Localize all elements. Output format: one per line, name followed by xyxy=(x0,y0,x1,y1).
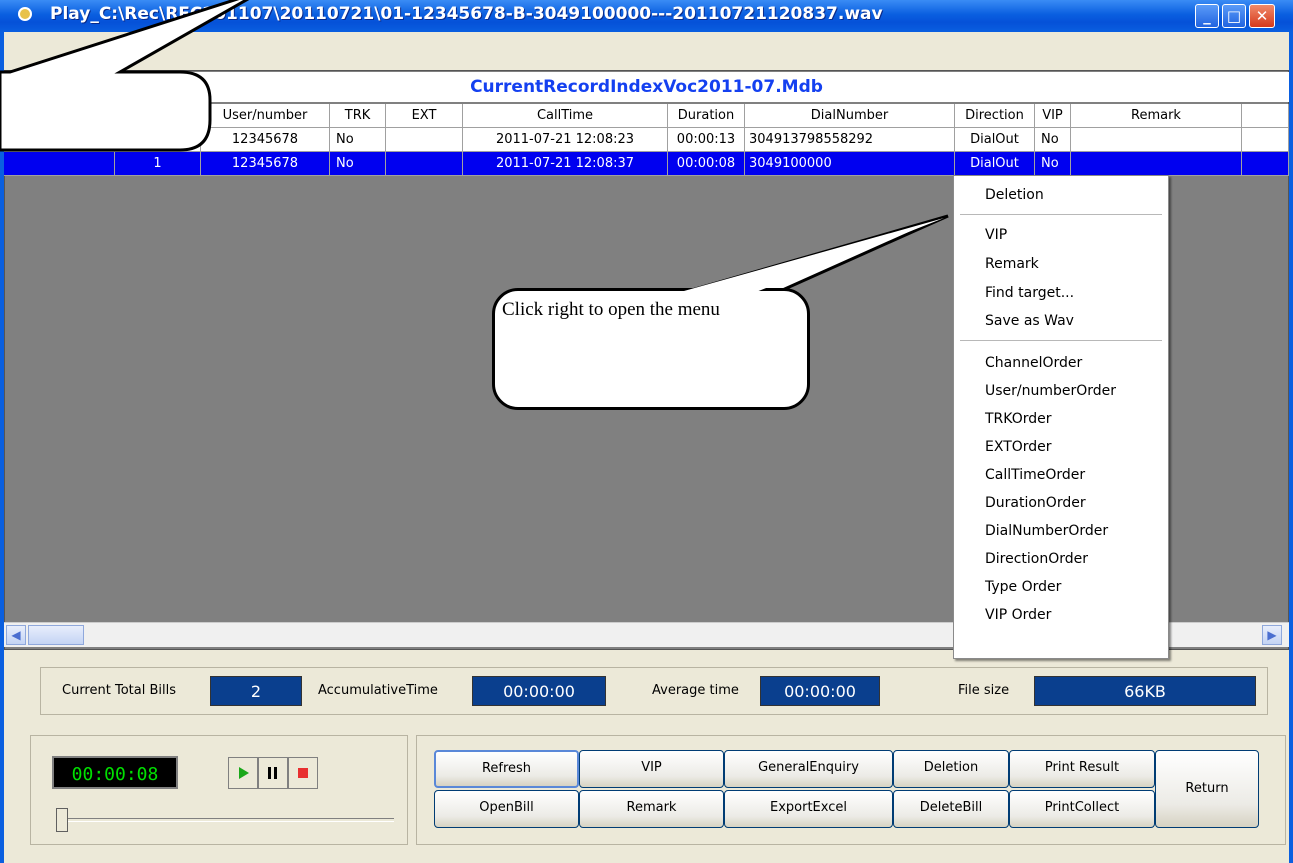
delete-bill-button[interactable]: DeleteBill xyxy=(893,790,1009,828)
general-enquiry-button[interactable]: GeneralEnquiry xyxy=(724,750,893,788)
total-bills-label: Current Total Bills xyxy=(62,683,176,698)
deletion-button[interactable]: Deletion xyxy=(893,750,1009,788)
pause-button[interactable] xyxy=(258,757,288,789)
menu-item-deletion[interactable]: Deletion xyxy=(985,187,1044,203)
remark-button[interactable]: Remark xyxy=(579,790,724,828)
menu-item-vip[interactable]: VIP xyxy=(985,227,1007,243)
return-button[interactable]: Return xyxy=(1155,750,1259,828)
average-time-value: 00:00:00 xyxy=(760,676,880,706)
play-icon xyxy=(239,767,249,779)
refresh-button[interactable]: Refresh xyxy=(434,750,579,788)
position-slider-thumb[interactable] xyxy=(56,808,68,832)
accumulative-time-label: AccumulativeTime xyxy=(318,683,438,698)
menu-item-duration-order[interactable]: DurationOrder xyxy=(985,495,1086,511)
position-slider-track[interactable] xyxy=(56,818,394,822)
menu-item-channel-order[interactable]: ChannelOrder xyxy=(985,355,1082,371)
print-collect-button[interactable]: PrintCollect xyxy=(1009,790,1155,828)
menu-item-find-target[interactable]: Find target... xyxy=(985,285,1074,301)
menu-item-remark[interactable]: Remark xyxy=(985,256,1039,272)
play-button[interactable] xyxy=(228,757,258,789)
menu-item-vip-order[interactable]: VIP Order xyxy=(985,607,1051,623)
file-size-value: 66KB xyxy=(1034,676,1256,706)
context-menu[interactable]: Deletion VIP Remark Find target... Save … xyxy=(953,175,1169,659)
menu-item-user-number-order[interactable]: User/numberOrder xyxy=(985,383,1116,399)
vip-button[interactable]: VIP xyxy=(579,750,724,788)
file-size-label: File size xyxy=(958,683,1010,698)
stop-icon xyxy=(298,768,308,778)
playback-timer: 00:00:08 xyxy=(52,756,178,789)
open-bill-button[interactable]: OpenBill xyxy=(434,790,579,828)
menu-item-save-as-wav[interactable]: Save as Wav xyxy=(985,313,1074,329)
menu-item-ext-order[interactable]: EXTOrder xyxy=(985,439,1052,455)
menu-item-type-order[interactable]: Type Order xyxy=(985,579,1061,595)
menu-item-calltime-order[interactable]: CallTimeOrder xyxy=(985,467,1085,483)
menu-separator xyxy=(960,340,1162,341)
pause-icon xyxy=(268,767,277,779)
average-time-label: Average time xyxy=(652,683,739,698)
print-result-button[interactable]: Print Result xyxy=(1009,750,1155,788)
top-callout-bubble xyxy=(0,0,250,152)
export-excel-button[interactable]: ExportExcel xyxy=(724,790,893,828)
stop-button[interactable] xyxy=(288,757,318,789)
accumulative-time-value: 00:00:00 xyxy=(472,676,606,706)
total-bills-value: 2 xyxy=(210,676,302,706)
menu-item-trk-order[interactable]: TRKOrder xyxy=(985,411,1051,427)
menu-item-dialnumber-order[interactable]: DialNumberOrder xyxy=(985,523,1108,539)
menu-item-direction-order[interactable]: DirectionOrder xyxy=(985,551,1088,567)
menu-separator xyxy=(960,214,1162,215)
